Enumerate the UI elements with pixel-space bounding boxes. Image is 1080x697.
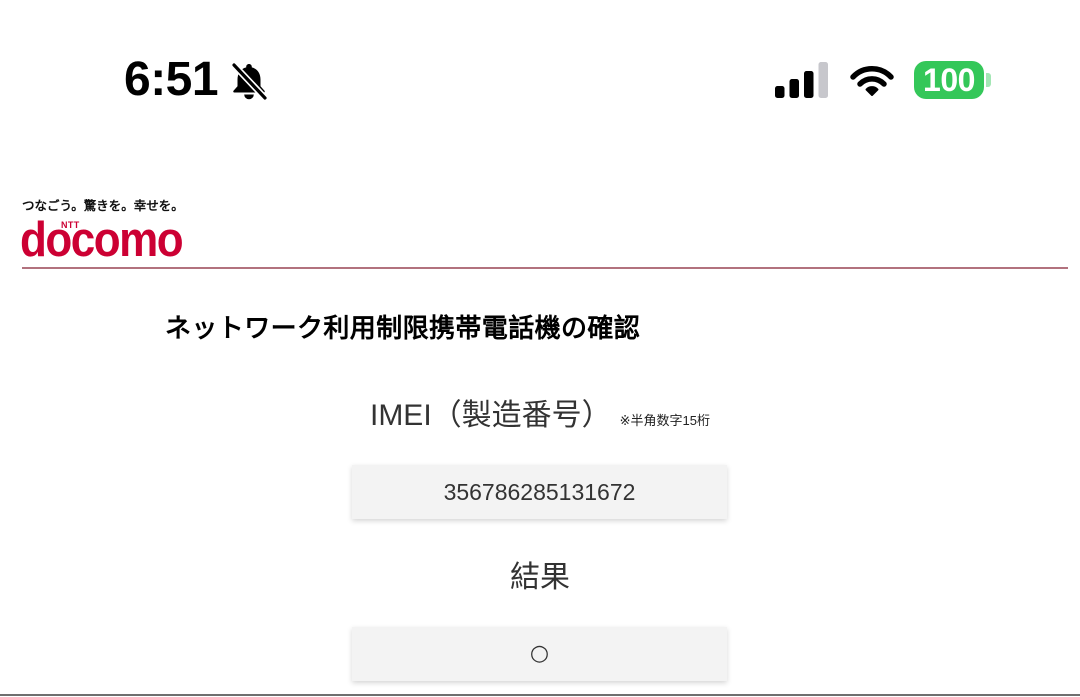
imei-value-field: 356786285131672	[352, 465, 727, 519]
battery-terminal	[986, 73, 991, 87]
bottom-edge-divider	[0, 694, 1080, 696]
header-divider	[22, 267, 1068, 269]
page-title: ネットワーク利用制限携帯電話機の確認	[165, 313, 641, 343]
result-label: 結果	[510, 561, 570, 594]
signal-bar	[818, 62, 828, 98]
battery-level: 100	[923, 62, 975, 98]
cellular-signal-icon	[775, 62, 828, 98]
wifi-icon	[850, 66, 894, 96]
signal-bar	[804, 71, 814, 98]
docomo-logo[interactable]: つなごう。驚きを。幸せを。 NTT docomo	[18, 195, 190, 267]
phone-screen: 6:51 100 つなごう。驚きを。幸せを。 NTT docomo ネットワーク…	[0, 0, 1080, 697]
signal-bar	[789, 79, 799, 98]
status-time: 6:51	[124, 53, 219, 106]
result-value-field: ○	[352, 627, 727, 681]
imei-label-row: IMEI（製造番号） ※半角数字15桁	[0, 396, 1080, 436]
signal-bar	[775, 86, 785, 98]
imei-label: IMEI（製造番号）	[369, 399, 612, 432]
docomo-wordmark: docomo	[20, 212, 184, 268]
imei-format-note: ※半角数字15桁	[619, 413, 711, 428]
bell-slash-icon	[230, 61, 269, 102]
battery-icon: 100	[914, 61, 984, 99]
